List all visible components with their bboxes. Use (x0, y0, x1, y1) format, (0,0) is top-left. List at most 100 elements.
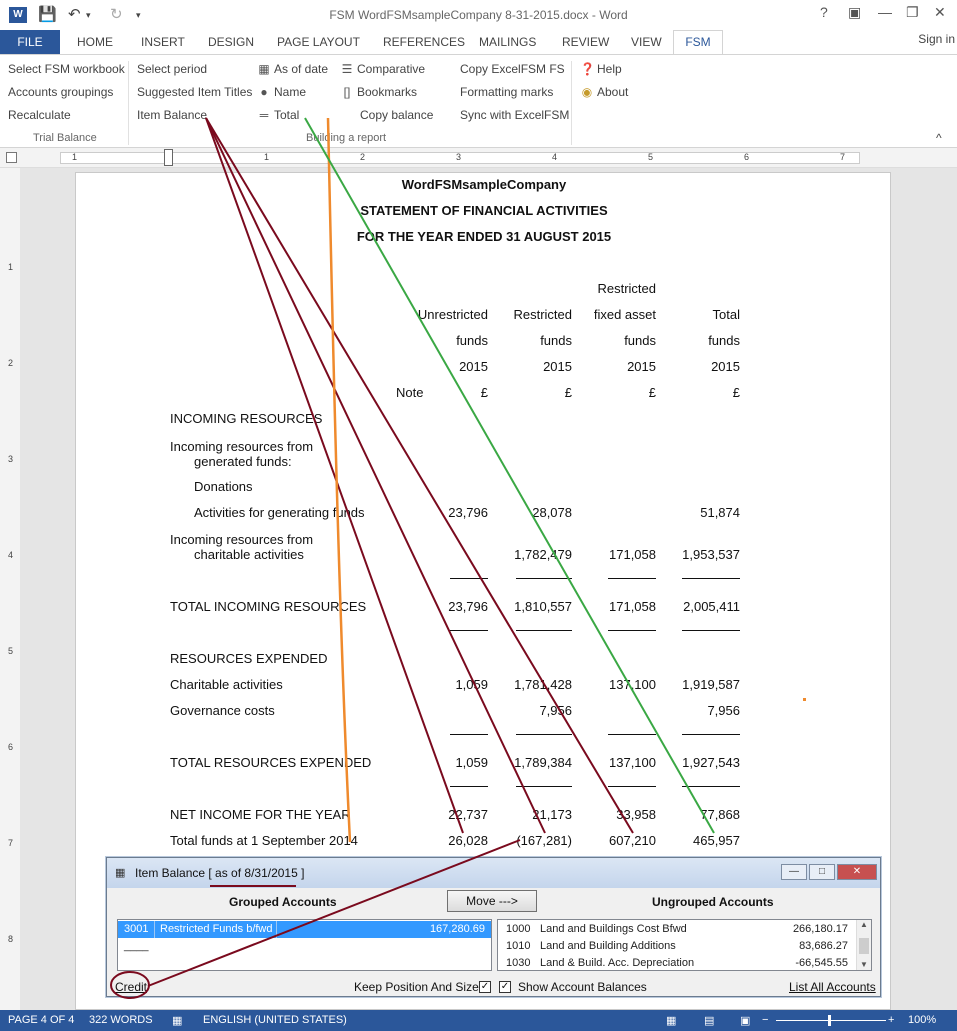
select-fsm-workbook-button[interactable]: Select FSM workbook (8, 62, 125, 76)
keep-position-checkbox[interactable]: ✓ (479, 981, 491, 993)
collapse-ribbon-icon[interactable]: ^ (936, 131, 942, 145)
total-underline (450, 734, 488, 735)
grouped-accounts-list[interactable]: 3001 Restricted Funds b/fwd 167,280.69 _… (117, 919, 492, 971)
web-layout-icon[interactable]: ▣ (740, 1014, 750, 1027)
total-underline (608, 630, 656, 631)
minimize-icon[interactable]: — (878, 4, 892, 20)
ungrouped-account-row[interactable]: 1030 Land & Build. Acc. Depreciation -66… (498, 955, 856, 972)
account-name: Land and Building Additions (540, 940, 676, 952)
zoom-out-icon[interactable]: − (762, 1014, 768, 1026)
company-name: WordFSMsampleCompany (401, 177, 567, 192)
value-cell: 1,781,428 (514, 677, 572, 692)
line-label-total-incoming: TOTAL INCOMING RESOURCES (170, 599, 367, 614)
close-icon[interactable]: ✕ (934, 4, 946, 21)
dialog-maximize-icon[interactable]: □ (809, 864, 835, 880)
column-divider (276, 921, 277, 938)
tab-design[interactable]: DESIGN (208, 35, 254, 49)
tab-fsm[interactable]: FSM (673, 30, 723, 55)
as-of-date-button[interactable]: ▦ As of date (257, 62, 328, 76)
help-circle-icon: ❓ (580, 62, 595, 76)
value-cell: 28,078 (532, 505, 572, 520)
ungrouped-account-row[interactable]: 1010 Land and Building Additions 83,686.… (498, 938, 856, 955)
ungrouped-scrollbar[interactable]: ▲ ▼ (856, 920, 871, 970)
line-label: generated funds: (194, 454, 292, 469)
tab-references[interactable]: REFERENCES (383, 35, 465, 49)
suggested-item-titles-button[interactable]: Suggested Item Titles (137, 85, 252, 99)
help-button[interactable]: ❓ Help (580, 62, 622, 76)
tab-mailings[interactable]: MAILINGS (479, 35, 536, 49)
dialog-close-icon[interactable]: ✕ (837, 864, 877, 880)
help-icon[interactable]: ? (820, 4, 828, 20)
tab-page-layout[interactable]: PAGE LAYOUT (277, 35, 360, 49)
dialog-title-bar[interactable]: ▦ Item Balance [ as of 8/31/2015 ] — □ ✕ (107, 858, 880, 888)
grouped-accounts-label: Grouped Accounts (229, 895, 337, 909)
help-label: Help (597, 62, 622, 76)
zoom-slider-thumb[interactable] (828, 1015, 831, 1026)
line-label-charitable: Charitable activities (170, 677, 283, 692)
word-count[interactable]: 322 WORDS (89, 1014, 153, 1026)
list-all-accounts-link[interactable]: List All Accounts (789, 980, 876, 994)
total-underline (682, 786, 740, 787)
credit-link[interactable]: Credit (115, 980, 147, 994)
tab-insert[interactable]: INSERT (141, 35, 185, 49)
sync-with-excelfsm-button[interactable]: Sync with ExcelFSM (460, 108, 569, 122)
col-head-year: 2015 (543, 359, 572, 374)
copy-balance-button[interactable]: Copy balance (360, 108, 433, 122)
tab-home[interactable]: HOME (77, 35, 113, 49)
proofing-icon[interactable]: ▦ (172, 1014, 182, 1027)
tab-review[interactable]: REVIEW (562, 35, 609, 49)
zoom-in-icon[interactable]: + (888, 1014, 894, 1026)
grouped-account-row[interactable]: ____ (118, 938, 491, 955)
select-period-button[interactable]: Select period (137, 62, 207, 76)
print-layout-icon[interactable]: ▤ (704, 1014, 714, 1027)
statement-period: FOR THE YEAR ENDED 31 AUGUST 2015 (356, 229, 612, 244)
sign-in-link[interactable]: Sign in (918, 32, 955, 46)
recalculate-button[interactable]: Recalculate (8, 108, 71, 122)
scrollbar-thumb[interactable] (859, 938, 869, 954)
about-button[interactable]: ◉ About (580, 85, 629, 99)
tab-view[interactable]: VIEW (631, 35, 662, 49)
value-cell: 23,796 (448, 505, 488, 520)
ruler-number: 4 (552, 152, 558, 162)
ruler-number: 3 (456, 152, 462, 162)
copy-excelfsm-fs-button[interactable]: Copy ExcelFSM FS (460, 62, 565, 76)
total-button[interactable]: ═ Total (257, 108, 300, 122)
col-head-currency: £ (480, 385, 488, 400)
read-mode-icon[interactable]: ▦ (666, 1014, 676, 1027)
ungrouped-accounts-list[interactable]: 1000 Land and Buildings Cost Bfwd 266,18… (497, 919, 872, 971)
show-balances-label: Show Account Balances (518, 980, 647, 994)
ruler-number: 2 (8, 358, 14, 368)
horizontal-ruler[interactable]: 1 1 2 3 4 5 6 7 (0, 148, 957, 168)
ruler-number: 7 (840, 152, 846, 162)
tab-file[interactable]: FILE (0, 30, 60, 54)
ruler-number: 1 (8, 262, 14, 272)
line-label: Incoming resources from (170, 439, 314, 454)
comparative-button[interactable]: ☰ Comparative (340, 62, 425, 76)
dialog-minimize-icon[interactable]: — (781, 864, 807, 880)
bookmark-icon: [] (343, 85, 351, 99)
value-cell: 1,953,537 (682, 547, 740, 562)
page-count[interactable]: PAGE 4 OF 4 (8, 1014, 74, 1026)
ungrouped-account-row[interactable]: 1000 Land and Buildings Cost Bfwd 266,18… (498, 921, 856, 938)
zoom-level[interactable]: 100% (908, 1014, 936, 1026)
ribbon-display-icon[interactable]: ▣ (848, 4, 861, 21)
accounts-groupings-button[interactable]: Accounts groupings (8, 85, 113, 99)
scroll-down-icon[interactable]: ▼ (860, 960, 868, 969)
item-balance-dialog[interactable]: ▦ Item Balance [ as of 8/31/2015 ] — □ ✕… (106, 857, 881, 997)
ruler-number: 4 (8, 550, 14, 560)
bookmarks-button[interactable]: [] Bookmarks (340, 85, 417, 99)
total-underline (450, 786, 488, 787)
tab-selector-icon[interactable] (6, 152, 17, 163)
line-label-donations: Donations (194, 479, 253, 494)
scroll-up-icon[interactable]: ▲ (860, 920, 868, 929)
item-balance-button[interactable]: Item Balance (137, 108, 207, 122)
name-button[interactable]: ● Name (257, 85, 306, 99)
zoom-slider[interactable] (776, 1020, 886, 1021)
indent-marker-icon[interactable] (164, 149, 173, 166)
language[interactable]: ENGLISH (UNITED STATES) (203, 1014, 347, 1026)
restore-icon[interactable]: ❐ (906, 4, 919, 21)
formatting-marks-button[interactable]: Formatting marks (460, 85, 553, 99)
move-button[interactable]: Move ---> (447, 890, 537, 912)
grouped-account-row[interactable]: 3001 Restricted Funds b/fwd 167,280.69 (118, 921, 491, 938)
show-balances-checkbox[interactable]: ✓ (499, 981, 511, 993)
